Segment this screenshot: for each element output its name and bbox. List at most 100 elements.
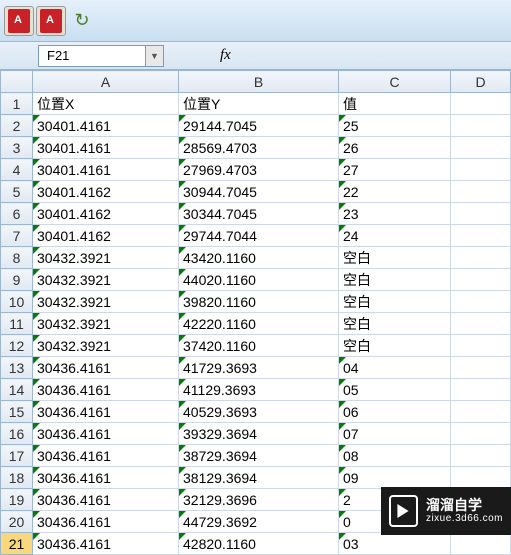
row-header[interactable]: 21: [1, 533, 33, 555]
cell[interactable]: 39329.3694: [179, 423, 339, 445]
cell[interactable]: 空白: [339, 335, 451, 357]
name-box-dropdown[interactable]: ▼: [146, 45, 164, 67]
cell[interactable]: [451, 247, 511, 269]
row-header[interactable]: 2: [1, 115, 33, 137]
cell[interactable]: 37420.1160: [179, 335, 339, 357]
row-header[interactable]: 11: [1, 313, 33, 335]
cell[interactable]: 32129.3696: [179, 489, 339, 511]
row-header[interactable]: 20: [1, 511, 33, 533]
cell[interactable]: [451, 533, 511, 555]
cell[interactable]: 位置Y: [179, 93, 339, 115]
cell[interactable]: 30432.3921: [33, 247, 179, 269]
row-header[interactable]: 1: [1, 93, 33, 115]
cell[interactable]: [451, 225, 511, 247]
cell[interactable]: 30432.3921: [33, 313, 179, 335]
cell[interactable]: 09: [339, 467, 451, 489]
pdf-export-button-1[interactable]: [4, 6, 34, 36]
cell[interactable]: 27969.4703: [179, 159, 339, 181]
cell[interactable]: 04: [339, 357, 451, 379]
row-header[interactable]: 10: [1, 291, 33, 313]
row-header[interactable]: 9: [1, 269, 33, 291]
cell[interactable]: [451, 445, 511, 467]
pdf-export-button-2[interactable]: [36, 6, 66, 36]
cell[interactable]: 44020.1160: [179, 269, 339, 291]
cell[interactable]: [451, 291, 511, 313]
cell[interactable]: 25: [339, 115, 451, 137]
cell[interactable]: 30432.3921: [33, 269, 179, 291]
cell[interactable]: 39820.1160: [179, 291, 339, 313]
cell[interactable]: 空白: [339, 313, 451, 335]
cell[interactable]: [451, 313, 511, 335]
row-header[interactable]: 4: [1, 159, 33, 181]
cell[interactable]: [451, 467, 511, 489]
row-header[interactable]: 15: [1, 401, 33, 423]
cell[interactable]: 40529.3693: [179, 401, 339, 423]
cell[interactable]: 30436.4161: [33, 357, 179, 379]
select-all-corner[interactable]: [1, 71, 33, 93]
cell[interactable]: 22: [339, 181, 451, 203]
cell[interactable]: 44729.3692: [179, 511, 339, 533]
cell[interactable]: 30436.4161: [33, 533, 179, 555]
cell[interactable]: 30436.4161: [33, 379, 179, 401]
cell[interactable]: 24: [339, 225, 451, 247]
cell[interactable]: 30436.4161: [33, 489, 179, 511]
row-header[interactable]: 19: [1, 489, 33, 511]
cell[interactable]: 30436.4161: [33, 401, 179, 423]
cell[interactable]: 值: [339, 93, 451, 115]
column-header-b[interactable]: B: [179, 71, 339, 93]
cell[interactable]: 30436.4161: [33, 423, 179, 445]
row-header[interactable]: 5: [1, 181, 33, 203]
cell[interactable]: [451, 93, 511, 115]
cell[interactable]: 30401.4161: [33, 137, 179, 159]
row-header[interactable]: 18: [1, 467, 33, 489]
refresh-button[interactable]: ↻: [68, 7, 96, 35]
cell[interactable]: 08: [339, 445, 451, 467]
cell[interactable]: [451, 137, 511, 159]
cell[interactable]: 38729.3694: [179, 445, 339, 467]
cell[interactable]: 30401.4162: [33, 225, 179, 247]
row-header[interactable]: 3: [1, 137, 33, 159]
row-header[interactable]: 16: [1, 423, 33, 445]
cell[interactable]: [451, 379, 511, 401]
cell[interactable]: 30436.4161: [33, 467, 179, 489]
cell[interactable]: [451, 115, 511, 137]
cell[interactable]: [451, 335, 511, 357]
cell[interactable]: 03: [339, 533, 451, 555]
cell[interactable]: 28569.4703: [179, 137, 339, 159]
row-header[interactable]: 6: [1, 203, 33, 225]
column-header-a[interactable]: A: [33, 71, 179, 93]
cell[interactable]: 43420.1160: [179, 247, 339, 269]
cell[interactable]: 41729.3693: [179, 357, 339, 379]
cell[interactable]: 42220.1160: [179, 313, 339, 335]
cell[interactable]: [451, 401, 511, 423]
row-header[interactable]: 8: [1, 247, 33, 269]
column-header-d[interactable]: D: [451, 71, 511, 93]
cell[interactable]: 05: [339, 379, 451, 401]
cell[interactable]: [451, 159, 511, 181]
cell[interactable]: 空白: [339, 269, 451, 291]
row-header[interactable]: 7: [1, 225, 33, 247]
cell[interactable]: 30401.4161: [33, 159, 179, 181]
cell[interactable]: [451, 181, 511, 203]
cell[interactable]: 30432.3921: [33, 291, 179, 313]
cell[interactable]: 30401.4162: [33, 203, 179, 225]
cell[interactable]: 29144.7045: [179, 115, 339, 137]
cell[interactable]: 30436.4161: [33, 511, 179, 533]
cell[interactable]: [451, 203, 511, 225]
row-header[interactable]: 17: [1, 445, 33, 467]
cell[interactable]: 26: [339, 137, 451, 159]
cell[interactable]: 38129.3694: [179, 467, 339, 489]
row-header[interactable]: 13: [1, 357, 33, 379]
cell[interactable]: 27: [339, 159, 451, 181]
cell[interactable]: 30344.7045: [179, 203, 339, 225]
row-header[interactable]: 12: [1, 335, 33, 357]
spreadsheet-grid[interactable]: A B C D 1 位置X 位置Y 值 230401.416129144.704…: [0, 70, 511, 555]
cell[interactable]: 空白: [339, 291, 451, 313]
row-header[interactable]: 14: [1, 379, 33, 401]
cell[interactable]: [451, 357, 511, 379]
cell[interactable]: 30436.4161: [33, 445, 179, 467]
cell[interactable]: [451, 269, 511, 291]
cell[interactable]: 空白: [339, 247, 451, 269]
cell[interactable]: 30401.4162: [33, 181, 179, 203]
cell[interactable]: 30432.3921: [33, 335, 179, 357]
